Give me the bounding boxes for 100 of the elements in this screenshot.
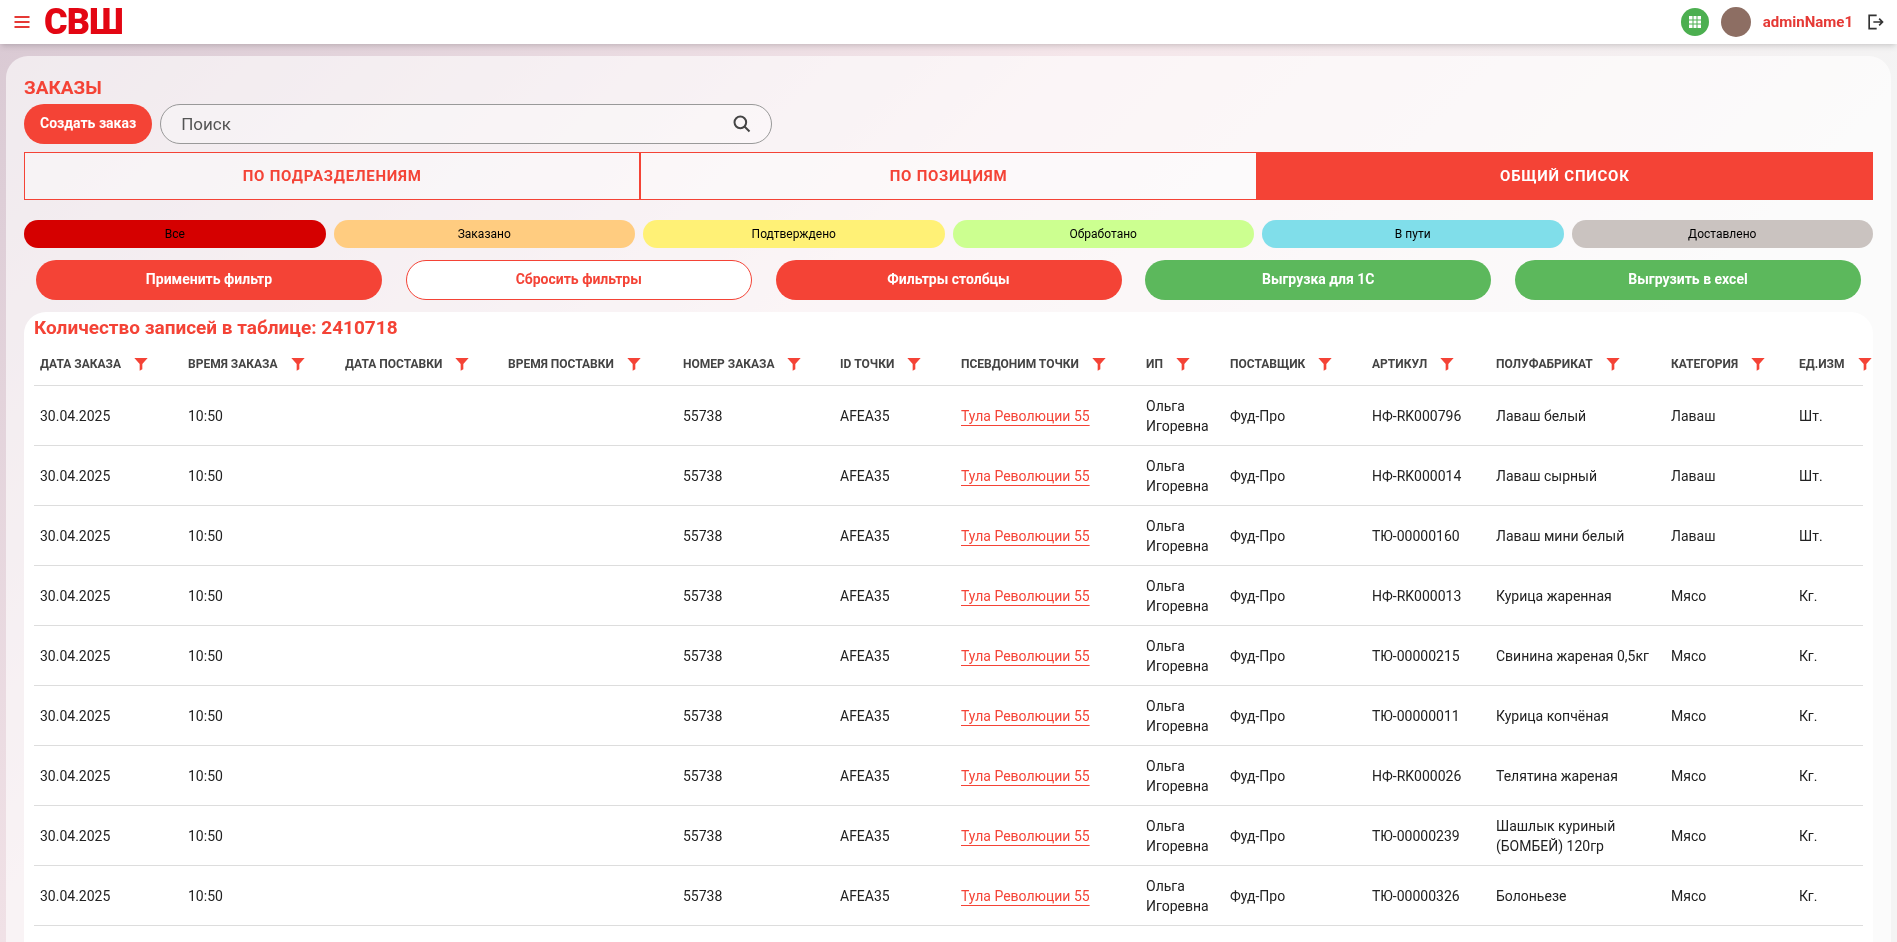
user-name[interactable]: adminName1 [1762, 10, 1853, 34]
table-cell: Курица жаренная [1496, 587, 1612, 604]
table-cell: Ольга Игоревна [1146, 757, 1209, 794]
point-link[interactable]: Тула Революции 55 [961, 407, 1090, 424]
table-cell: Кг. [1799, 887, 1818, 904]
action-button[interactable]: Выгрузить в excel [1515, 259, 1861, 300]
filter-icon[interactable] [1174, 355, 1191, 372]
filter-icon[interactable] [1750, 355, 1767, 372]
table-cell: ТЮ-00000326 [1372, 887, 1460, 904]
logout-icon[interactable] [1865, 12, 1885, 32]
table-cell: Лаваш [1671, 467, 1716, 484]
point-link[interactable]: Тула Революции 55 [961, 647, 1090, 664]
filter-icon[interactable] [1439, 355, 1456, 372]
column-header: ЕД.ИЗМ [1799, 355, 1845, 373]
status-filter-chip[interactable]: Все [24, 219, 326, 248]
table-cell: Кг. [1799, 827, 1818, 844]
table-cell: 30.04.2025 [40, 767, 111, 784]
table-cell: 30.04.2025 [40, 587, 111, 604]
table-cell: AFEA35 [840, 767, 890, 784]
point-link[interactable]: Тула Революции 55 [961, 707, 1090, 724]
table-cell: Шт. [1799, 527, 1823, 544]
filter-icon[interactable] [289, 355, 306, 372]
table-cell: Ольга Игоревна [1146, 577, 1209, 614]
tab[interactable]: ПО ПОЗИЦИЯМ [640, 151, 1257, 200]
spreadsheet-icon[interactable] [1680, 8, 1709, 36]
action-button[interactable]: Сбросить фильтры [405, 259, 752, 300]
table-cell: Фуд-Про [1230, 767, 1286, 784]
point-link[interactable]: Тула Революции 55 [961, 767, 1090, 784]
status-filter-chip[interactable]: Обработано [952, 219, 1254, 248]
table-cell: Фуд-Про [1230, 647, 1286, 664]
filter-icon[interactable] [906, 355, 923, 372]
table-cell: НФ-RK000013 [1372, 587, 1462, 604]
filter-icon[interactable] [133, 355, 149, 372]
table-cell: Ольга Игоревна [1146, 817, 1209, 854]
create-order-button[interactable]: Создать заказ [24, 103, 153, 144]
table-cell: 30.04.2025 [40, 527, 111, 544]
action-button[interactable]: Выгрузка для 1С [1145, 259, 1492, 300]
table-cell: AFEA35 [840, 647, 890, 664]
tab[interactable]: ОБЩИЙ СПИСОК [1256, 151, 1873, 200]
table-cell: 55738 [683, 827, 723, 844]
table-cell: 10:50 [188, 407, 223, 424]
table-cell: Шашлык куриный (БОМБЕЙ) 120гр [1496, 817, 1616, 854]
table-cell: Кг. [1799, 767, 1818, 784]
filter-icon[interactable] [786, 355, 803, 372]
table-cell: Болоньезе [1496, 887, 1567, 904]
table-cell: Мясо [1671, 707, 1707, 724]
table-cell: 30.04.2025 [40, 887, 111, 904]
status-filter-chip[interactable]: Доставлено [1571, 219, 1873, 248]
table-cell: Лаваш [1671, 527, 1716, 544]
search-field[interactable]: Поиск [160, 103, 773, 144]
table-cell: 10:50 [188, 587, 223, 604]
table-cell: Мясо [1671, 887, 1707, 904]
table-cell: Фуд-Про [1230, 467, 1286, 484]
table-cell: Кг. [1799, 587, 1818, 604]
status-filter-chip[interactable]: Подтверждено [643, 219, 945, 248]
filter-icon[interactable] [454, 355, 471, 372]
point-link[interactable]: Тула Революции 55 [961, 827, 1090, 844]
point-link[interactable]: Тула Революции 55 [961, 467, 1090, 484]
page-title: ЗАКАЗЫ [24, 76, 103, 100]
table-cell: 30.04.2025 [40, 647, 111, 664]
point-link[interactable]: Тула Революции 55 [961, 587, 1090, 604]
record-count: Количество записей в таблице: 2410718 [34, 314, 399, 341]
table-cell: AFEA35 [840, 527, 890, 544]
table-cell: 30.04.2025 [40, 407, 111, 424]
table-cell: 10:50 [188, 767, 223, 784]
table-cell: Кг. [1799, 647, 1818, 664]
point-link[interactable]: Тула Революции 55 [961, 527, 1090, 544]
table-cell: Ольга Игоревна [1146, 457, 1209, 494]
filter-icon[interactable] [1856, 355, 1873, 372]
column-header: АРТИКУЛ [1372, 355, 1428, 373]
filter-icon[interactable] [1604, 355, 1621, 372]
table-cell: Курица копчёная [1496, 707, 1609, 724]
search-icon[interactable] [732, 113, 753, 134]
table-cell: 10:50 [188, 647, 223, 664]
table-cell: Ольга Игоревна [1146, 877, 1209, 914]
table-cell: 30.04.2025 [40, 467, 111, 484]
table-cell: Ольга Игоревна [1146, 637, 1209, 674]
logo[interactable]: СВШ [44, 4, 123, 40]
filter-icon[interactable] [625, 355, 642, 372]
filter-icon[interactable] [1317, 355, 1334, 372]
table-cell: AFEA35 [840, 887, 890, 904]
point-link[interactable]: Тула Революции 55 [961, 887, 1090, 904]
table-cell: Ольга Игоревна [1146, 517, 1209, 554]
status-filter-chip[interactable]: Заказано [333, 219, 635, 248]
action-button[interactable]: Применить фильтр [36, 259, 382, 300]
table-cell: 55738 [683, 467, 723, 484]
table-cell: НФ-RK000014 [1372, 467, 1462, 484]
table-cell: 10:50 [188, 827, 223, 844]
column-header: ДАТА ЗАКАЗА [40, 355, 121, 373]
table-cell: AFEA35 [840, 407, 890, 424]
table-cell: Кг. [1799, 707, 1818, 724]
column-header: ИП [1146, 355, 1163, 373]
column-header: ВРЕМЯ ПОСТАВКИ [508, 355, 614, 373]
filter-icon[interactable] [1090, 355, 1107, 372]
tab[interactable]: ПО ПОДРАЗДЕЛЕНИЯМ [24, 151, 641, 200]
avatar[interactable] [1720, 7, 1751, 37]
table-cell: Лаваш [1671, 407, 1716, 424]
table-cell: AFEA35 [840, 587, 890, 604]
action-button[interactable]: Фильтры столбцы [775, 259, 1122, 300]
status-filter-chip[interactable]: В пути [1262, 219, 1564, 248]
